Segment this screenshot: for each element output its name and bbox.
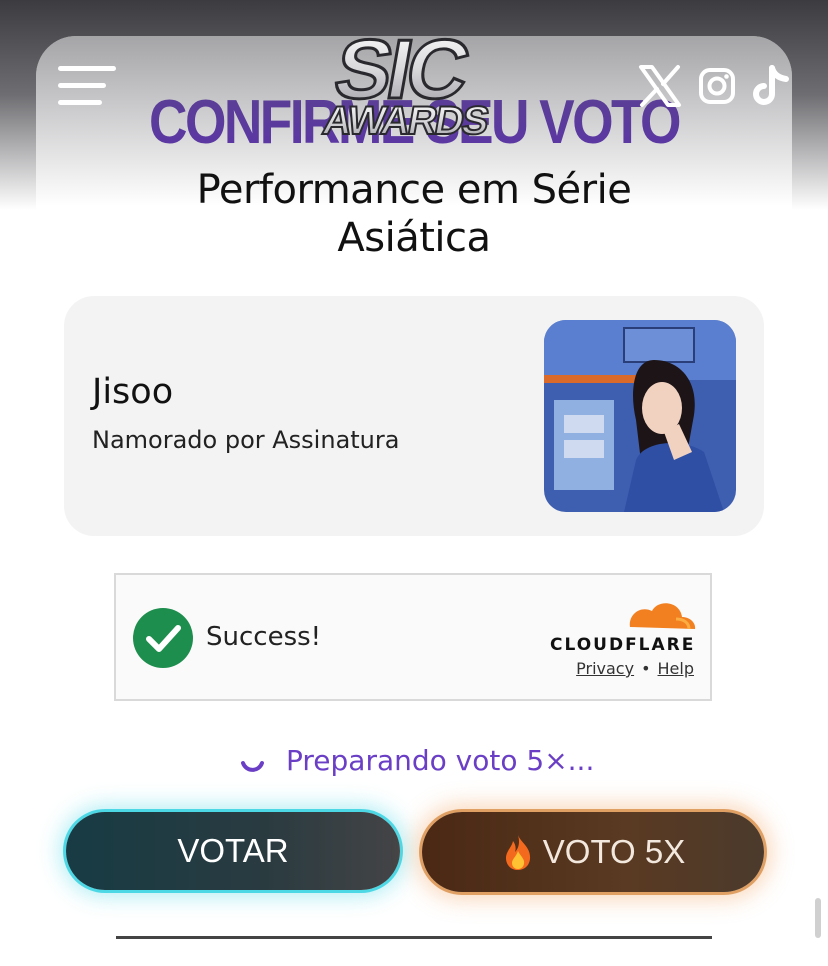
sic-awards-logo[interactable]: SIC AWARDS: [318, 20, 510, 146]
spinner-icon: [241, 761, 264, 772]
nominee-show: Namorado por Assinatura: [92, 426, 400, 454]
x-icon[interactable]: [638, 64, 682, 108]
vote-button[interactable]: VOTAR: [66, 812, 400, 890]
tiktok-icon[interactable]: [752, 64, 792, 108]
vote-5x-button[interactable]: VOTO 5X: [422, 812, 764, 892]
fire-icon: [505, 835, 530, 870]
success-check-icon: [133, 608, 193, 668]
instagram-icon[interactable]: [698, 67, 736, 105]
captcha-links: Privacy • Help: [576, 659, 694, 678]
nominee-card: Jisoo Namorado por Assinatura: [64, 296, 764, 536]
vote-button-label: VOTAR: [177, 832, 289, 869]
scrollbar[interactable]: [815, 898, 821, 938]
captcha-widget[interactable]: Success! CLOUDFLARE Privacy • Help: [114, 573, 712, 701]
cloudflare-logo: CLOUDFLARE: [550, 603, 696, 655]
vote-5x-button-label: VOTO 5X: [542, 833, 686, 870]
status-line: Preparando voto 5×...: [240, 742, 594, 778]
nominee-name: Jisoo: [92, 372, 174, 412]
help-link[interactable]: Help: [658, 659, 694, 678]
captcha-status: Success!: [206, 622, 322, 652]
divider: [116, 936, 712, 939]
nominee-photo: [544, 320, 736, 512]
privacy-link[interactable]: Privacy: [576, 659, 634, 678]
svg-text:CLOUDFLARE: CLOUDFLARE: [550, 635, 695, 655]
svg-text:AWARDS: AWARDS: [320, 98, 492, 143]
link-separator: •: [641, 659, 651, 678]
hamburger-menu-icon[interactable]: [58, 64, 118, 108]
status-message: Preparando voto 5×...: [286, 743, 595, 777]
category-title: Performance em Série Asiática: [196, 167, 632, 261]
